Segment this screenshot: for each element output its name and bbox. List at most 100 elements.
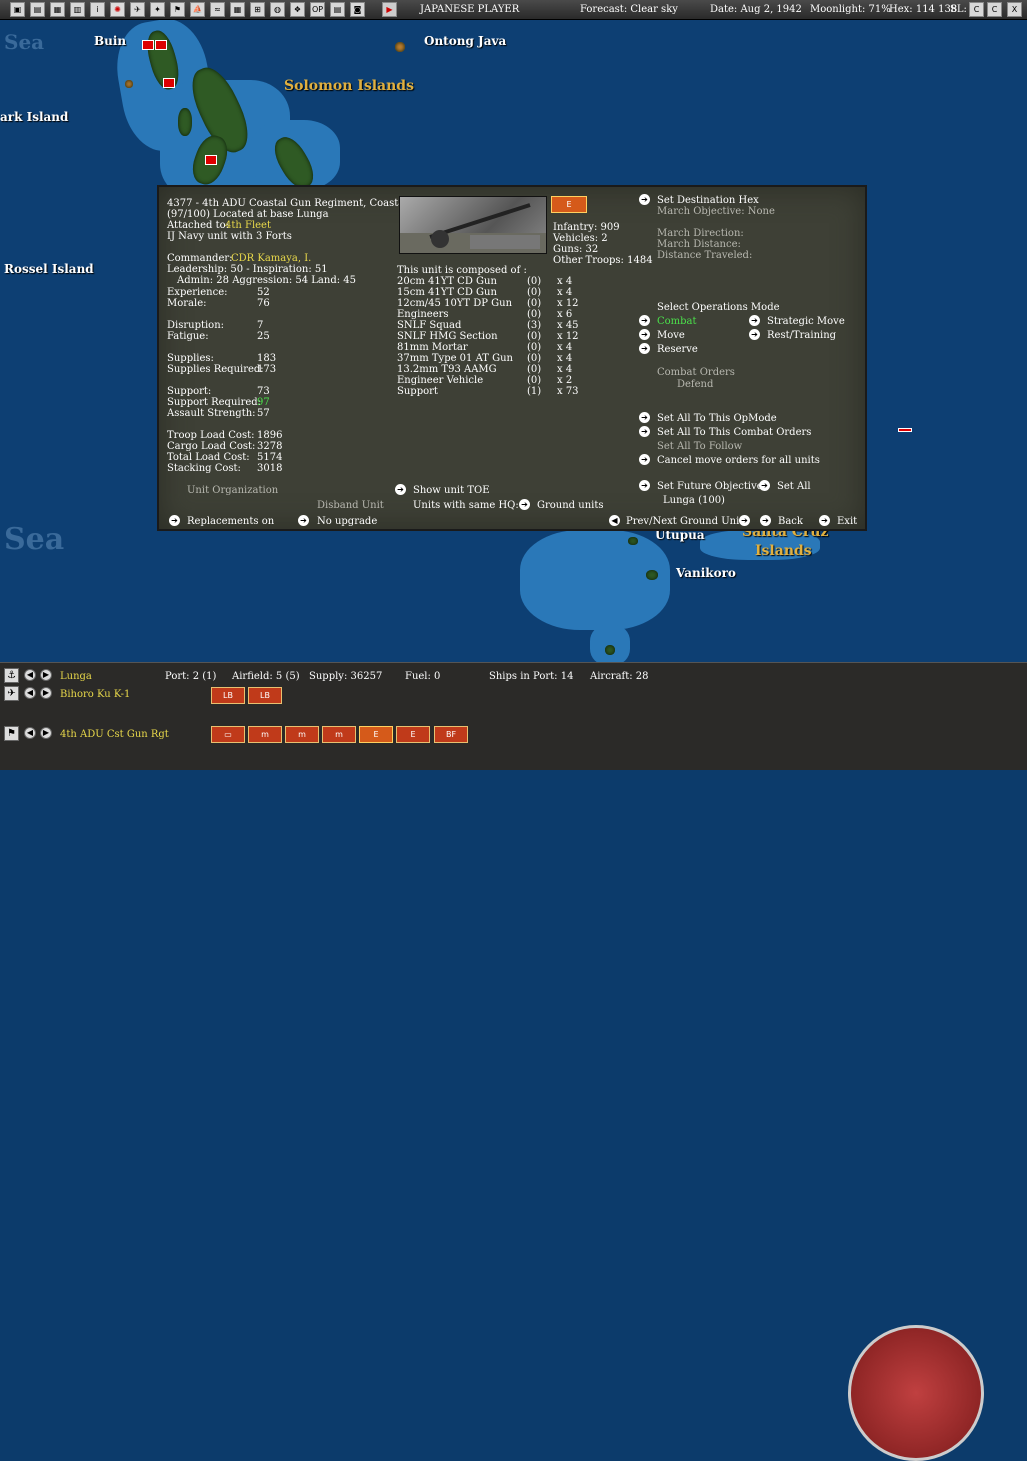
arrow-right-icon[interactable]: ➔: [749, 315, 760, 326]
replacements-toggle[interactable]: Replacements on: [187, 516, 274, 527]
attached-hq-link[interactable]: 4th Fleet: [225, 220, 271, 231]
arrow-right-icon[interactable]: ➔: [639, 329, 650, 340]
set-all-button[interactable]: Set All: [777, 481, 811, 492]
prev-arrow-icon[interactable]: ◀: [24, 727, 36, 739]
next-arrow-icon[interactable]: ▶: [40, 727, 52, 739]
back-button[interactable]: Back: [778, 516, 803, 527]
arrow-right-icon[interactable]: ➔: [639, 454, 650, 465]
toolbar-button[interactable]: OP: [310, 2, 325, 17]
view-button-2[interactable]: C: [987, 2, 1002, 17]
close-button[interactable]: X: [1007, 2, 1022, 17]
toolbar-button[interactable]: ▣: [10, 2, 25, 17]
toolbar-button[interactable]: ▦: [230, 2, 245, 17]
toolbar-button[interactable]: ✺: [110, 2, 125, 17]
ground-subunit-icon[interactable]: E: [359, 726, 393, 743]
air-unit-icon[interactable]: LB: [248, 687, 282, 704]
combat-mode-button[interactable]: Combat: [657, 316, 697, 327]
toolbar-button[interactable]: ✦: [150, 2, 165, 17]
exit-button[interactable]: Exit: [837, 516, 857, 527]
airplane-icon[interactable]: ✈: [4, 686, 19, 701]
next-arrow-icon[interactable]: ▶: [40, 669, 52, 681]
enemy-unit-marker[interactable]: [155, 40, 167, 50]
ground-subunit-icon[interactable]: m: [285, 726, 319, 743]
enemy-unit-marker[interactable]: [205, 155, 217, 165]
toolbar-button[interactable]: ⛵: [190, 2, 205, 17]
reserve-mode-button[interactable]: Reserve: [657, 344, 698, 355]
flag-icon[interactable]: ⚑: [4, 726, 19, 741]
arrow-right-icon[interactable]: ➔: [819, 515, 830, 526]
arrow-right-icon[interactable]: ➔: [395, 484, 406, 495]
ground-subunit-icon[interactable]: m: [322, 726, 356, 743]
arrow-right-icon[interactable]: ➔: [298, 515, 309, 526]
cancel-move-button[interactable]: Cancel move orders for all units: [657, 455, 820, 466]
toolbar-button[interactable]: ▤: [30, 2, 45, 17]
arrow-left-icon[interactable]: ◀: [609, 515, 620, 526]
arrow-right-icon[interactable]: ➔: [639, 343, 650, 354]
set-destination-button[interactable]: Set Destination Hex: [657, 195, 759, 206]
end-turn-play-icon[interactable]: ▶: [382, 2, 397, 17]
toolbar-button[interactable]: ⚑: [170, 2, 185, 17]
disband-unit-button[interactable]: Disband Unit: [317, 500, 384, 511]
show-toe-button[interactable]: Show unit TOE: [413, 485, 490, 496]
arrow-right-icon[interactable]: ➔: [739, 515, 750, 526]
commander-link[interactable]: CDR Kamaya, I.: [231, 253, 311, 264]
defend-order[interactable]: Defend: [677, 379, 713, 390]
prev-arrow-icon[interactable]: ◀: [24, 687, 36, 699]
arrow-right-icon[interactable]: ➔: [639, 315, 650, 326]
prev-next-label: Prev/Next Ground Unit: [626, 516, 744, 527]
radar-globe-icon[interactable]: [848, 1325, 984, 1461]
anchor-icon[interactable]: ⚓: [4, 668, 19, 683]
ground-unit-link[interactable]: 4th ADU Cst Gun Rgt: [60, 729, 169, 740]
ship-marker[interactable]: [898, 428, 912, 432]
unit-organization-button[interactable]: Unit Organization: [187, 485, 278, 496]
toolbar-button[interactable]: ◍: [270, 2, 285, 17]
arrow-right-icon[interactable]: ➔: [519, 499, 530, 510]
arrow-right-icon[interactable]: ➔: [639, 480, 650, 491]
attached-label: Attached to:: [167, 220, 229, 231]
ground-subunit-icon[interactable]: E: [396, 726, 430, 743]
set-all-combat-button[interactable]: Set All To This Combat Orders: [657, 427, 811, 438]
move-mode-button[interactable]: Move: [657, 330, 685, 341]
enemy-unit-marker[interactable]: [163, 78, 175, 88]
upgrade-toggle[interactable]: No upgrade: [317, 516, 377, 527]
stat-value: 97: [257, 397, 270, 408]
ships-in-port-info: Ships in Port: 14: [489, 671, 574, 682]
toolbar-button[interactable]: ⊞: [250, 2, 265, 17]
ground-units-button[interactable]: Ground units: [537, 500, 603, 511]
stat-value: 5174: [257, 452, 283, 463]
set-all-opmode-button[interactable]: Set All To This OpMode: [657, 413, 777, 424]
arrow-right-icon[interactable]: ➔: [169, 515, 180, 526]
strategic-move-button[interactable]: Strategic Move: [767, 316, 845, 327]
toolbar-button[interactable]: ▦: [50, 2, 65, 17]
arrow-right-icon[interactable]: ➔: [639, 194, 650, 205]
air-unit-icon[interactable]: LB: [211, 687, 245, 704]
component-dis: (0): [527, 276, 542, 287]
arrow-right-icon[interactable]: ➔: [639, 426, 650, 437]
rest-training-button[interactable]: Rest/Training: [767, 330, 836, 341]
view-button-1[interactable]: C: [969, 2, 984, 17]
stat-value: 73: [257, 386, 270, 397]
unit-type-icon: E: [551, 196, 587, 213]
ground-subunit-icon[interactable]: m: [248, 726, 282, 743]
set-all-follow-button[interactable]: Set All To Follow: [657, 441, 742, 452]
base-name-link[interactable]: Lunga: [60, 671, 92, 682]
arrow-right-icon[interactable]: ➔: [759, 480, 770, 491]
set-future-objective-button[interactable]: Set Future Objective: [657, 481, 763, 492]
toolbar-button[interactable]: ▤: [330, 2, 345, 17]
ground-subunit-icon[interactable]: ▭: [211, 726, 245, 743]
air-unit-link[interactable]: Bihoro Ku K-1: [60, 689, 130, 700]
prev-arrow-icon[interactable]: ◀: [24, 669, 36, 681]
arrow-right-icon[interactable]: ➔: [749, 329, 760, 340]
arrow-right-icon[interactable]: ➔: [639, 412, 650, 423]
toolbar-button[interactable]: i: [90, 2, 105, 17]
ground-subunit-icon[interactable]: BF: [434, 726, 468, 743]
arrow-right-icon[interactable]: ➔: [760, 515, 771, 526]
toolbar-button[interactable]: ◙: [350, 2, 365, 17]
toolbar-button[interactable]: ▥: [70, 2, 85, 17]
toolbar-button[interactable]: ≈: [210, 2, 225, 17]
next-arrow-icon[interactable]: ▶: [40, 687, 52, 699]
future-objective-value: Lunga (100): [663, 495, 725, 506]
toolbar-button[interactable]: ✈: [130, 2, 145, 17]
toolbar-button[interactable]: ❖: [290, 2, 305, 17]
enemy-unit-marker[interactable]: [142, 40, 154, 50]
